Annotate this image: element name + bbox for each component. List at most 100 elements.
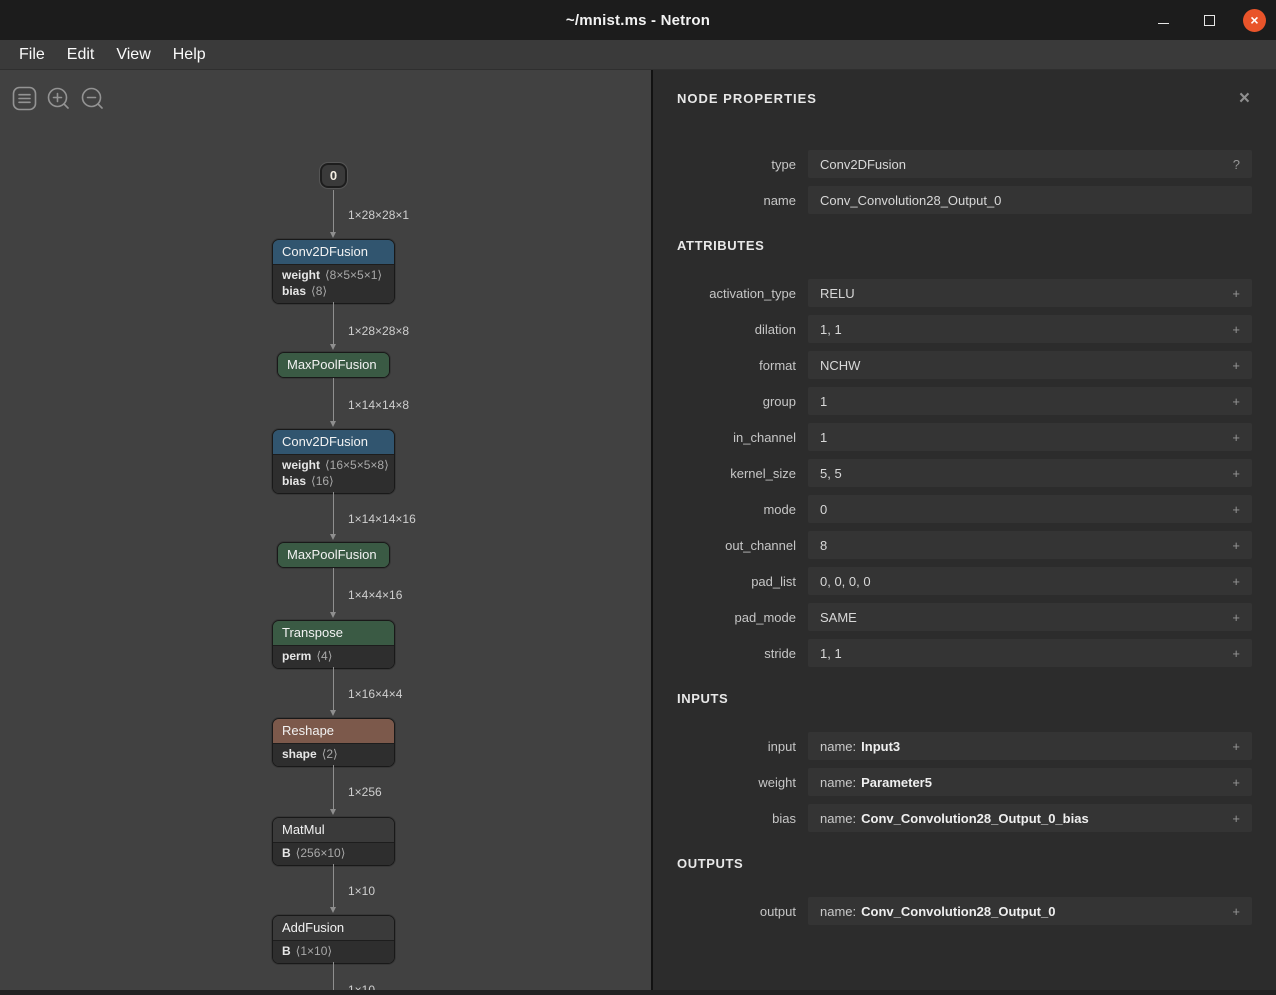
attr-row-dilation: dilation 1, 1+ — [665, 315, 1252, 343]
menu-view[interactable]: View — [105, 40, 161, 70]
zoom-out-icon[interactable] — [80, 86, 105, 111]
node-properties-panel: NODE PROPERTIES × type Conv2DFusion ? na… — [653, 70, 1276, 990]
expand-icon[interactable]: + — [1232, 394, 1240, 409]
attr-row-pad_list: pad_list 0, 0, 0, 0+ — [665, 567, 1252, 595]
edge-label: 1×14×14×16 — [348, 512, 416, 526]
node-body: shape⟨2⟩ — [273, 743, 394, 766]
node-param: shape⟨2⟩ — [282, 746, 385, 762]
attr-row-pad_mode: pad_mode SAME+ — [665, 603, 1252, 631]
minimize-button[interactable] — [1151, 8, 1175, 32]
menu-help[interactable]: Help — [162, 40, 217, 70]
edge-label: 1×10 — [348, 884, 375, 898]
node-param: weight⟨8×5×5×1⟩ — [282, 267, 385, 283]
close-button[interactable]: × — [1243, 9, 1266, 32]
node-header: AddFusion — [273, 916, 394, 940]
attr-row-activation_type: activation_type RELU+ — [665, 279, 1252, 307]
expand-icon[interactable]: + — [1232, 610, 1240, 625]
type-help-icon[interactable]: ? — [1233, 157, 1240, 172]
node-reshape[interactable]: Reshape shape⟨2⟩ — [272, 718, 395, 767]
zoom-in-icon[interactable] — [46, 86, 71, 111]
panel-title: NODE PROPERTIES — [677, 91, 1233, 106]
expand-icon[interactable]: + — [1232, 466, 1240, 481]
edge — [333, 962, 334, 990]
edge — [333, 190, 334, 236]
node-param: bias⟨16⟩ — [282, 473, 385, 489]
property-row-name: name Conv_Convolution28_Output_0 — [665, 186, 1252, 214]
model-properties-button[interactable] — [12, 86, 37, 111]
edge — [333, 378, 334, 425]
outputs-section-title: OUTPUTS — [653, 856, 1276, 871]
node-body: perm⟨4⟩ — [273, 645, 394, 668]
input-row-weight: weight name: Parameter5 + — [665, 768, 1252, 796]
expand-icon[interactable]: + — [1232, 502, 1240, 517]
expand-icon[interactable]: + — [1232, 574, 1240, 589]
edge — [333, 864, 334, 911]
graph-input-node[interactable]: 0 — [320, 163, 347, 188]
menu-bar: File Edit View Help — [0, 40, 1276, 70]
node-transpose[interactable]: Transpose perm⟨4⟩ — [272, 620, 395, 669]
menu-edit[interactable]: Edit — [56, 40, 106, 70]
edge-label: 1×4×4×16 — [348, 588, 402, 602]
type-value[interactable]: Conv2DFusion ? — [808, 150, 1252, 178]
attributes-section-title: ATTRIBUTES — [653, 238, 1276, 253]
expand-icon[interactable]: + — [1232, 739, 1240, 754]
node-param: B⟨1×10⟩ — [282, 943, 385, 959]
node-maxpoolfusion-1[interactable]: MaxPoolFusion — [277, 352, 390, 378]
attr-row-kernel_size: kernel_size 5, 5+ — [665, 459, 1252, 487]
node-header: MatMul — [273, 818, 394, 842]
title-bar: ~/mnist.ms - Netron × — [0, 0, 1276, 40]
node-param: weight⟨16×5×5×8⟩ — [282, 457, 385, 473]
expand-icon[interactable]: + — [1232, 646, 1240, 661]
graph-toolbar — [12, 86, 105, 111]
expand-icon[interactable]: + — [1232, 904, 1240, 919]
close-icon: × — [1239, 88, 1250, 109]
expand-icon[interactable]: + — [1232, 286, 1240, 301]
window-title: ~/mnist.ms - Netron — [566, 12, 710, 29]
node-body: B⟨256×10⟩ — [273, 842, 394, 865]
edge — [333, 667, 334, 714]
node-body: weight⟨16×5×5×8⟩ bias⟨16⟩ — [273, 454, 394, 493]
node-header: MaxPoolFusion — [278, 543, 389, 567]
maximize-button[interactable] — [1197, 8, 1221, 32]
input-row-input: input name: Input3 + — [665, 732, 1252, 760]
menu-file[interactable]: File — [8, 40, 56, 70]
edge — [333, 302, 334, 348]
node-conv2dfusion-2[interactable]: Conv2DFusion weight⟨16×5×5×8⟩ bias⟨16⟩ — [272, 429, 395, 494]
maximize-icon — [1204, 15, 1215, 26]
edge — [333, 765, 334, 813]
attr-row-in_channel: in_channel 1+ — [665, 423, 1252, 451]
graph-canvas[interactable]: 0 1×28×28×1 Conv2DFusion weight⟨8×5×5×1⟩… — [0, 70, 651, 990]
expand-icon[interactable]: + — [1232, 358, 1240, 373]
expand-icon[interactable]: + — [1232, 322, 1240, 337]
node-body: B⟨1×10⟩ — [273, 940, 394, 963]
expand-icon[interactable]: + — [1232, 775, 1240, 790]
node-addfusion[interactable]: AddFusion B⟨1×10⟩ — [272, 915, 395, 964]
inputs-section-title: INPUTS — [653, 691, 1276, 706]
minimize-icon — [1158, 23, 1169, 24]
expand-icon[interactable]: + — [1232, 538, 1240, 553]
node-header: Transpose — [273, 621, 394, 645]
expand-icon[interactable]: + — [1232, 430, 1240, 445]
node-header: Reshape — [273, 719, 394, 743]
node-conv2dfusion-1[interactable]: Conv2DFusion weight⟨8×5×5×1⟩ bias⟨8⟩ — [272, 239, 395, 304]
panel-header: NODE PROPERTIES × — [653, 70, 1276, 126]
node-header: Conv2DFusion — [273, 240, 394, 264]
attr-row-out_channel: out_channel 8+ — [665, 531, 1252, 559]
close-icon: × — [1250, 13, 1258, 27]
panel-close-button[interactable]: × — [1233, 87, 1256, 110]
edge-label: 1×16×4×4 — [348, 687, 402, 701]
edge-label: 1×14×14×8 — [348, 398, 409, 412]
attr-row-stride: stride 1, 1+ — [665, 639, 1252, 667]
node-header: MaxPoolFusion — [278, 353, 389, 377]
property-row-type: type Conv2DFusion ? — [665, 150, 1252, 178]
edge-label: 1×10 — [348, 983, 375, 990]
edge-label: 1×28×28×1 — [348, 208, 409, 222]
node-maxpoolfusion-2[interactable]: MaxPoolFusion — [277, 542, 390, 568]
attr-row-group: group 1+ — [665, 387, 1252, 415]
node-matmul[interactable]: MatMul B⟨256×10⟩ — [272, 817, 395, 866]
expand-icon[interactable]: + — [1232, 811, 1240, 826]
netron-window: ~/mnist.ms - Netron × File Edit View Hel… — [0, 0, 1276, 995]
name-value[interactable]: Conv_Convolution28_Output_0 — [808, 186, 1252, 214]
attr-row-mode: mode 0+ — [665, 495, 1252, 523]
edge-label: 1×256 — [348, 785, 382, 799]
